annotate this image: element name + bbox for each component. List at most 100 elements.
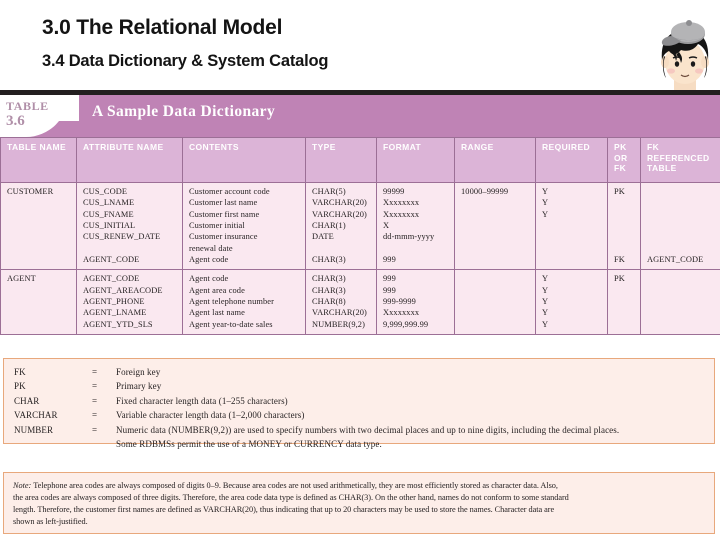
cell-line bbox=[83, 243, 178, 254]
cell-line bbox=[7, 220, 72, 231]
cell-line: dd-mmm-yyyy bbox=[383, 232, 435, 242]
table-caption: A Sample Data Dictionary bbox=[92, 103, 276, 120]
table-label: TABLE bbox=[6, 99, 49, 113]
cell-line: VARCHAR(20) bbox=[312, 209, 367, 219]
hdr-text: PK OR FK bbox=[614, 142, 635, 174]
cell-line bbox=[542, 220, 603, 231]
cell-line bbox=[7, 197, 72, 208]
cell-line: Xxxxxxxx bbox=[383, 209, 420, 219]
cell-line bbox=[461, 220, 531, 231]
cell-attribute-name: AGENT_CODE AGENT_AREACODE AGENT_PHONE AGENT… bbox=[76, 269, 183, 336]
cell-line: CHAR(3) bbox=[312, 285, 346, 295]
cell-line bbox=[647, 197, 716, 208]
cell-line: DATE bbox=[312, 232, 334, 242]
legend-definition: Some RDBMSs permit the use of a MONEY or… bbox=[116, 438, 382, 449]
data-dictionary-table: TABLE NAME ATTRIBUTE NAME CONTENTS TYPE … bbox=[0, 137, 720, 336]
hdr-text: ATTRIBUTE NAME bbox=[83, 142, 177, 153]
cell-line bbox=[647, 296, 716, 307]
cell-attribute-name: CUS_CODE CUS_LNAME CUS_FNAME CUS_INITIAL CUS… bbox=[76, 181, 183, 271]
cell-lines: 999 999 999-9999 Xxxxxxxx 9,999,999.99 bbox=[383, 273, 450, 330]
column-header-format: FORMAT bbox=[376, 137, 455, 183]
cell-line bbox=[312, 243, 372, 254]
cell-line: Y bbox=[542, 274, 549, 284]
column-header-pk-or-fk: PK OR FK bbox=[607, 137, 641, 183]
note-lines: Note: Telephone area codes are always co… bbox=[13, 480, 705, 528]
cell-required: YYY bbox=[535, 181, 608, 271]
cell-contents: Agent code Agent area code Agent telephone… bbox=[182, 269, 306, 336]
cell-line: CHAR(8) bbox=[312, 297, 346, 307]
cell-lines: PK bbox=[614, 273, 636, 330]
cell-line bbox=[614, 209, 636, 220]
cell-line: Agent area code bbox=[189, 285, 245, 295]
hdr-line: OR bbox=[614, 152, 628, 163]
cell-table-name: CUSTOMER bbox=[0, 181, 77, 271]
cell-line: AGENT_YTD_SLS bbox=[83, 319, 153, 329]
legend-equals-sign: = bbox=[92, 381, 98, 392]
hdr-text: CONTENTS bbox=[189, 142, 300, 153]
cell-lines bbox=[461, 273, 531, 330]
cell-line: Customer last name bbox=[189, 198, 258, 208]
legend-term: FK bbox=[14, 367, 26, 377]
cell-lines: Customer account code Customer last name C… bbox=[189, 186, 301, 265]
cell-line: AGENT_LNAME bbox=[83, 308, 147, 318]
note-label: Note: bbox=[13, 481, 34, 490]
cell-lines: YYYYY bbox=[542, 273, 603, 330]
cell-line bbox=[383, 243, 450, 254]
hdr-text: TYPE bbox=[312, 142, 371, 153]
legend-equals-sign: = bbox=[92, 424, 98, 435]
cell-line: PK bbox=[614, 187, 625, 196]
cell-line: Y bbox=[542, 297, 549, 307]
cell-line: AGENT_CODE bbox=[647, 255, 704, 265]
cell-line bbox=[614, 197, 636, 208]
cell-line: Customer insurance bbox=[189, 232, 258, 242]
column-header-required: REQUIRED bbox=[535, 137, 608, 183]
cell-line bbox=[7, 296, 72, 307]
legend-row: CHAR = Fixed character length data (1–255 … bbox=[4, 396, 714, 410]
column-header-fk-referenced-table: FK REFERENCED TABLE bbox=[640, 137, 720, 183]
cell-line bbox=[461, 273, 531, 284]
cell-line: Y bbox=[542, 319, 549, 329]
cell-line: AGENT bbox=[7, 274, 36, 284]
cell-lines: AGENT_CODE AGENT_AREACODE AGENT_PHONE AGENT… bbox=[83, 273, 178, 330]
cell-table-name: AGENT bbox=[0, 269, 77, 336]
cell-line: Y bbox=[542, 308, 549, 318]
cell-line bbox=[542, 243, 603, 254]
cell-line: AGENT_PHONE bbox=[83, 297, 145, 307]
cell-line: 999 bbox=[383, 274, 396, 284]
cell-line: FK bbox=[614, 255, 625, 265]
cell-line: Agent last name bbox=[189, 308, 245, 318]
cell-line: CHAR(3) bbox=[312, 255, 346, 265]
cell-lines bbox=[647, 273, 716, 330]
cell-line bbox=[461, 209, 531, 220]
cell-lines: PK FK bbox=[614, 186, 636, 265]
cell-line bbox=[647, 231, 716, 242]
column-header-contents: CONTENTS bbox=[182, 137, 306, 183]
cell-line: CUS_RENEW_DATE bbox=[83, 232, 161, 242]
legend-definition: Primary key bbox=[116, 381, 162, 392]
cell-contents: Customer account code Customer last name C… bbox=[182, 181, 306, 271]
cell-line bbox=[647, 243, 716, 254]
legend-term: VARCHAR bbox=[14, 410, 58, 421]
cell-fk-referenced-table: AGENT_CODE bbox=[640, 181, 720, 271]
cell-lines: Agent code Agent area code Agent telephone… bbox=[189, 273, 301, 330]
table-number: 3.6 bbox=[6, 113, 25, 129]
table-banner: TABLE 3.6 A Sample Data Dictionary bbox=[0, 95, 720, 137]
cell-type: CHAR(3) CHAR(3) CHAR(8) VARCHAR(20) NUMBER(9… bbox=[305, 269, 377, 336]
cell-line: renewal date bbox=[189, 243, 233, 253]
legend-row: VARCHAR = Variable character length data (… bbox=[4, 410, 714, 424]
legend-equals-sign: = bbox=[92, 367, 98, 377]
note-box: Note: Telephone area codes are always co… bbox=[3, 472, 715, 534]
hdr-line: CONTENTS bbox=[189, 142, 239, 152]
cell-line bbox=[647, 186, 716, 197]
cell-line bbox=[542, 231, 603, 242]
cell-format: 99999 Xxxxxxxx Xxxxxxxx Xdd-mmm-yyyy 999 bbox=[376, 181, 455, 271]
student-avatar-icon bbox=[648, 12, 720, 92]
hdr-text: RANGE bbox=[461, 142, 530, 153]
hdr-line: FK bbox=[614, 163, 627, 173]
legend-term: PK bbox=[14, 381, 26, 392]
cell-line: PK bbox=[614, 274, 625, 284]
cell-pk-or-fk: PK bbox=[607, 269, 641, 336]
cell-line bbox=[647, 209, 716, 220]
page-subtitle: 3.4 Data Dictionary & System Catalog bbox=[42, 52, 329, 70]
legend-definition: Numeric data (NUMBER(9,2)) are used to s… bbox=[116, 424, 620, 435]
